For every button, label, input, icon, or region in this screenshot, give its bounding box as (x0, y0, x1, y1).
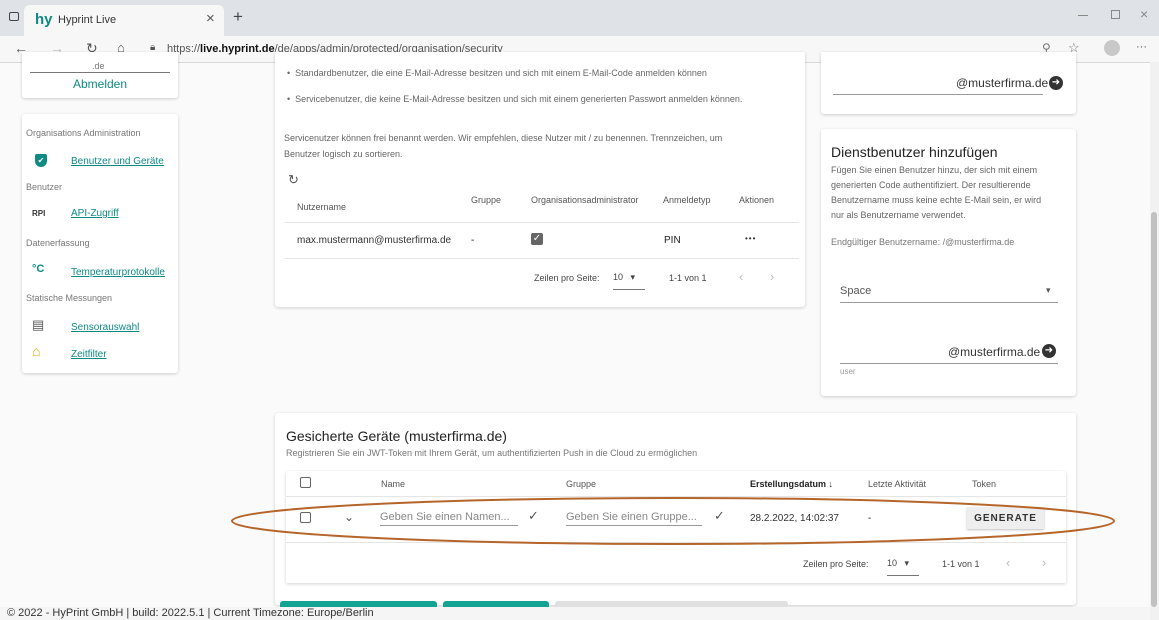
rows-per-page-select[interactable]: 10 ▾ (613, 272, 645, 290)
sidebar-item-zeitfilter[interactable]: Zeitfilter (71, 349, 107, 360)
footer-bar: © 2022 - HyPrint GmbH | build: 2022.5.1 … (0, 607, 1150, 620)
bullet-service-users: • Servicebenutzer, die keine E-Mail-Adre… (287, 94, 743, 104)
tab-title: Hyprint Live (58, 14, 117, 26)
chevron-down-icon: ▾ (1046, 285, 1051, 295)
tab-actions-icon[interactable] (9, 12, 19, 21)
bullet-standard-users: • Standardbenutzer, die eine E-Mail-Adre… (287, 68, 707, 78)
col-header-name[interactable]: Name (381, 479, 405, 489)
devices-next-page-icon[interactable]: › (1042, 555, 1046, 570)
scrollbar-thumb[interactable] (1151, 212, 1157, 607)
prev-page-icon[interactable]: ‹ (739, 269, 743, 284)
service-user-desc-4: nur als Benutzername verwendet. (831, 210, 966, 220)
users-card: • Standardbenutzer, die eine E-Mail-Adre… (275, 52, 805, 307)
service-username-input[interactable]: @musterfirma.de (840, 341, 1058, 364)
sidebar-item-sensorauswahl[interactable]: Sensorauswahl (71, 322, 139, 333)
tab-favicon-icon: hy (35, 11, 53, 28)
table-row: max.mustermann@musterfirma.de - ✓ PIN ••… (275, 223, 805, 257)
service-user-domain: @musterfirma.de (948, 345, 1041, 359)
col-header-gruppe[interactable]: Gruppe (471, 195, 501, 205)
sidebar-item-benutzer-und-geraete[interactable]: Benutzer und Geräte (71, 156, 164, 167)
account-card: .de Abmelden (22, 52, 178, 98)
user-login-type: PIN (664, 235, 681, 246)
service-info-line2: Benutzer logisch zu sortieren. (284, 149, 403, 159)
row-actions-icon[interactable]: ••• (745, 234, 756, 243)
service-user-submit-icon[interactable]: ➜ (1042, 344, 1056, 358)
col-header-group[interactable]: Gruppe (566, 479, 596, 489)
window-close-icon[interactable]: × (1140, 7, 1148, 21)
maximize-icon[interactable] (1111, 10, 1120, 19)
nav-group-datenerfassung: Datenerfassung (26, 238, 90, 248)
service-user-title: Dienstbenutzer hinzufügen (831, 144, 998, 160)
add-user-card: @musterfirma.de ➜ (821, 52, 1076, 114)
browser-tab[interactable]: hy Hyprint Live × (24, 5, 224, 36)
api-icon: RPI (32, 209, 46, 218)
col-header-anmeldetyp[interactable]: Anmeldetyp (663, 195, 711, 205)
user-group: - (471, 235, 475, 246)
admin-checkbox[interactable]: ✓ (531, 233, 543, 245)
devices-rows-per-page-select[interactable]: 10 ▾ (887, 558, 919, 576)
service-user-desc-1: Fügen Sie einen Benutzer hinzu, der sich… (831, 165, 1038, 175)
col-header-created[interactable]: Erstellungsdatum ↓ (750, 479, 833, 489)
nav-group-statische-messungen: Statische Messungen (26, 293, 113, 303)
user-username: max.mustermann@musterfirma.de (297, 235, 452, 246)
profile-avatar[interactable] (1104, 40, 1120, 56)
devices-subtitle: Registrieren Sie ein JWT-Token mit Ihrem… (286, 448, 698, 458)
col-header-aktionen[interactable]: Aktionen (739, 195, 774, 205)
space-select[interactable]: Space ▾ (840, 285, 1058, 303)
col-header-token[interactable]: Token (972, 479, 996, 489)
refresh-icon[interactable]: ↻ (288, 173, 299, 186)
page-scrollbar[interactable] (1150, 62, 1159, 620)
more-menu-icon[interactable]: ··· (1136, 42, 1147, 53)
highlight-ellipse (231, 497, 1115, 545)
service-info-line1: Servicenutzer können frei benannt werden… (284, 133, 723, 143)
sensor-list-icon: ▤ (32, 317, 45, 332)
sidebar-item-temperaturprotokolle[interactable]: Temperaturprotokolle (71, 267, 165, 278)
rows-per-page-label: Zeilen pro Seite: (534, 273, 600, 283)
add-user-domain: @musterfirma.de (956, 76, 1049, 90)
col-header-nutzername[interactable]: Nutzername (297, 202, 346, 212)
nav-group-benutzer: Benutzer (26, 182, 63, 192)
col-header-admin[interactable]: Organisationsadministrator (531, 195, 639, 205)
account-domain: .de (92, 61, 105, 71)
next-page-icon[interactable]: › (770, 269, 774, 284)
devices-title: Gesicherte Geräte (musterfirma.de) (286, 428, 507, 444)
service-user-desc-2: generierten Code authentifiziert. Der re… (831, 180, 1031, 190)
tab-close-icon[interactable]: × (206, 11, 215, 26)
url-host: live.hyprint.de (200, 43, 275, 55)
minimize-icon[interactable] (1078, 15, 1088, 16)
logout-link[interactable]: Abmelden (22, 77, 178, 91)
footer-text: © 2022 - HyPrint GmbH | build: 2022.5.1 … (7, 607, 374, 619)
admin-nav-card: Organisations Administration ✔ Benutzer … (22, 114, 178, 373)
time-filter-icon: ⌂ (32, 343, 41, 359)
shield-check-icon: ✔ (35, 154, 47, 167)
browser-tab-bar: hy Hyprint Live × + × (0, 0, 1159, 36)
select-all-checkbox[interactable] (300, 477, 311, 488)
service-user-hint: user (840, 367, 856, 376)
temperature-icon: °C (32, 263, 45, 275)
pagination-range: 1-1 von 1 (669, 273, 707, 283)
sort-arrow-down-icon: ↓ (828, 479, 834, 489)
final-username: Endgültiger Benutzername: /@musterfirma.… (831, 237, 1015, 247)
col-header-last-activity[interactable]: Letzte Aktivität (868, 479, 926, 489)
add-user-submit-icon[interactable]: ➜ (1049, 76, 1063, 90)
new-tab-icon[interactable]: + (233, 8, 243, 25)
nav-section-title: Organisations Administration (26, 128, 141, 138)
service-user-card: Dienstbenutzer hinzufügen Fügen Sie eine… (821, 129, 1076, 396)
devices-rows-per-page-label: Zeilen pro Seite: (803, 559, 869, 569)
service-user-desc-3: Benutzername muss keine echte E-Mail sei… (831, 195, 1042, 205)
space-select-value: Space (840, 285, 872, 297)
devices-pagination-range: 1-1 von 1 (942, 559, 980, 569)
devices-prev-page-icon[interactable]: ‹ (1006, 555, 1010, 570)
sidebar-item-api-zugriff[interactable]: API-Zugriff (71, 208, 119, 219)
